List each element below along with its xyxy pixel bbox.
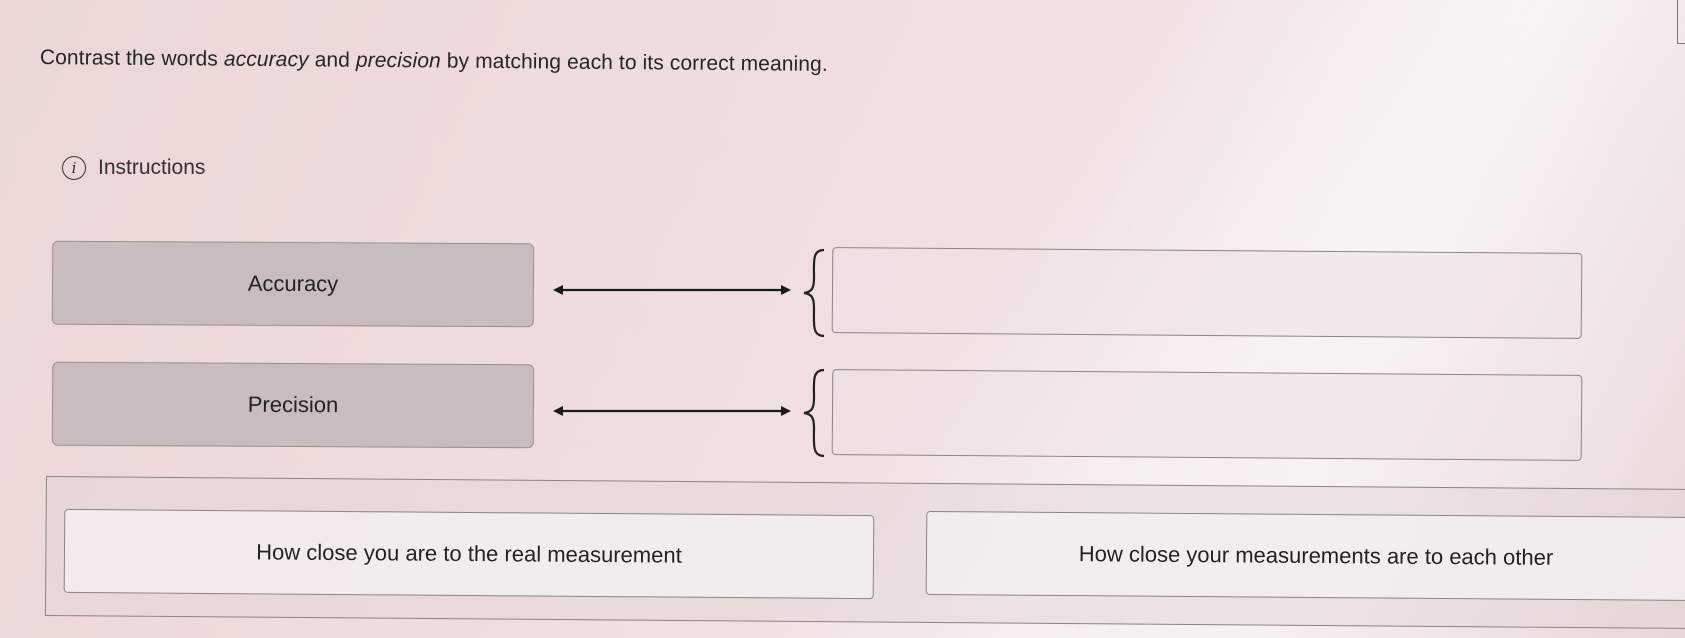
drop-zone-precision[interactable] (831, 369, 1583, 461)
term-card-accuracy: Accuracy (51, 240, 535, 328)
question-term-precision: precision (355, 48, 441, 73)
question-prompt: Contrast the words accuracy and precisio… (40, 46, 828, 77)
term-label: Precision (247, 391, 339, 418)
term-card-precision: Precision (51, 361, 535, 449)
drop-zone-accuracy[interactable] (831, 247, 1583, 339)
brace-icon (803, 248, 825, 338)
question-term-accuracy: accuracy (223, 47, 309, 72)
info-icon: i (62, 156, 86, 180)
answer-choice-real-measurement[interactable]: How close you are to the real measuremen… (63, 508, 875, 600)
instructions-label: Instructions (98, 156, 206, 179)
double-arrow-icon (553, 406, 791, 416)
question-middle: and (308, 48, 357, 72)
term-label: Accuracy (247, 270, 339, 297)
answer-choice-each-other[interactable]: How close your measurements are to each … (925, 510, 1685, 602)
brace-icon (803, 368, 825, 458)
answer-choice-label: How close your measurements are to each … (1078, 541, 1554, 570)
question-prefix: Contrast the words (39, 46, 224, 71)
window-edge (1677, 0, 1685, 44)
answer-choice-label: How close you are to the real measuremen… (256, 539, 682, 568)
question-suffix: by matching each to its correct meaning. (440, 49, 828, 76)
instructions-toggle[interactable]: i Instructions (62, 156, 205, 180)
double-arrow-icon (553, 285, 791, 295)
